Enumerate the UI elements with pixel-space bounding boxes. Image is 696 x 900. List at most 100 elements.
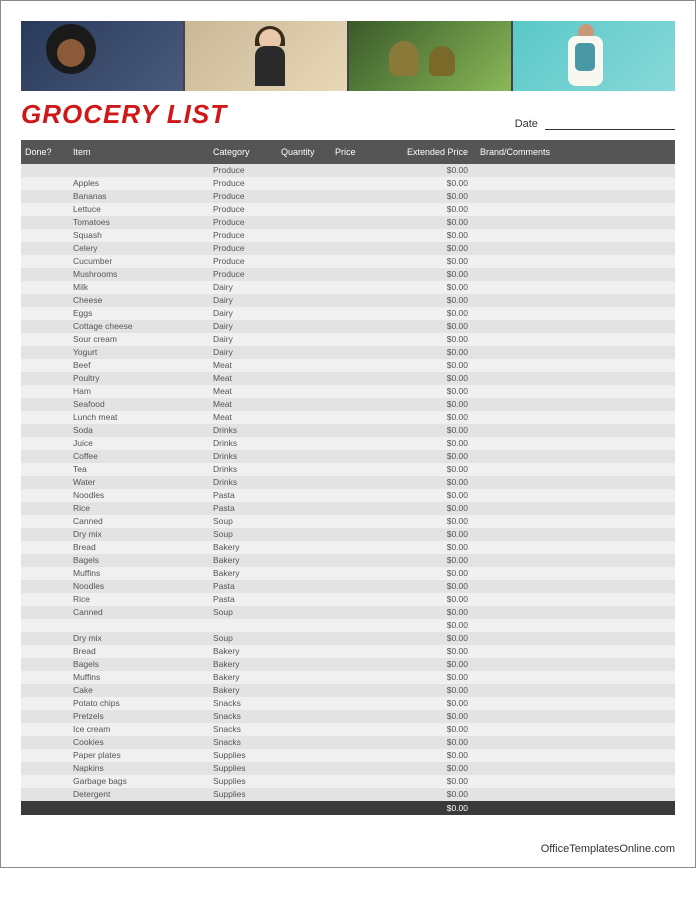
cell-quantity[interactable] bbox=[277, 333, 331, 346]
cell-brand[interactable] bbox=[476, 385, 675, 398]
cell-done[interactable] bbox=[21, 515, 69, 528]
cell-quantity[interactable] bbox=[277, 749, 331, 762]
cell-quantity[interactable] bbox=[277, 476, 331, 489]
cell-brand[interactable] bbox=[476, 762, 675, 775]
cell-price[interactable] bbox=[331, 736, 381, 749]
cell-quantity[interactable] bbox=[277, 359, 331, 372]
cell-quantity[interactable] bbox=[277, 385, 331, 398]
cell-done[interactable] bbox=[21, 320, 69, 333]
cell-done[interactable] bbox=[21, 229, 69, 242]
cell-item[interactable]: Bread bbox=[69, 645, 209, 658]
cell-category[interactable]: Meat bbox=[209, 372, 277, 385]
cell-done[interactable] bbox=[21, 346, 69, 359]
cell-done[interactable] bbox=[21, 580, 69, 593]
cell-brand[interactable] bbox=[476, 788, 675, 801]
cell-done[interactable] bbox=[21, 359, 69, 372]
cell-category[interactable]: Drinks bbox=[209, 424, 277, 437]
cell-price[interactable] bbox=[331, 372, 381, 385]
cell-item[interactable]: Lettuce bbox=[69, 203, 209, 216]
date-line[interactable] bbox=[545, 129, 675, 130]
cell-done[interactable] bbox=[21, 736, 69, 749]
cell-brand[interactable] bbox=[476, 333, 675, 346]
cell-quantity[interactable] bbox=[277, 593, 331, 606]
cell-price[interactable] bbox=[331, 697, 381, 710]
cell-price[interactable] bbox=[331, 463, 381, 476]
cell-price[interactable] bbox=[331, 645, 381, 658]
cell-category[interactable]: Dairy bbox=[209, 320, 277, 333]
cell-price[interactable] bbox=[331, 307, 381, 320]
cell-price[interactable] bbox=[331, 216, 381, 229]
cell-category[interactable]: Produce bbox=[209, 255, 277, 268]
cell-brand[interactable] bbox=[476, 502, 675, 515]
cell-item[interactable]: Garbage bags bbox=[69, 775, 209, 788]
cell-category[interactable]: Supplies bbox=[209, 749, 277, 762]
cell-brand[interactable] bbox=[476, 593, 675, 606]
cell-quantity[interactable] bbox=[277, 372, 331, 385]
cell-price[interactable] bbox=[331, 333, 381, 346]
cell-item[interactable]: Mushrooms bbox=[69, 268, 209, 281]
cell-quantity[interactable] bbox=[277, 502, 331, 515]
cell-item[interactable]: Ice cream bbox=[69, 723, 209, 736]
cell-quantity[interactable] bbox=[277, 554, 331, 567]
cell-price[interactable] bbox=[331, 567, 381, 580]
cell-done[interactable] bbox=[21, 762, 69, 775]
cell-price[interactable] bbox=[331, 177, 381, 190]
cell-category[interactable]: Bakery bbox=[209, 567, 277, 580]
cell-category[interactable]: Pasta bbox=[209, 593, 277, 606]
cell-price[interactable] bbox=[331, 268, 381, 281]
cell-category[interactable]: Meat bbox=[209, 385, 277, 398]
cell-price[interactable] bbox=[331, 502, 381, 515]
cell-done[interactable] bbox=[21, 424, 69, 437]
cell-done[interactable] bbox=[21, 541, 69, 554]
cell-price[interactable] bbox=[331, 229, 381, 242]
cell-done[interactable] bbox=[21, 281, 69, 294]
cell-category[interactable]: Drinks bbox=[209, 437, 277, 450]
cell-item[interactable]: Cucumber bbox=[69, 255, 209, 268]
cell-category[interactable]: Bakery bbox=[209, 645, 277, 658]
cell-price[interactable] bbox=[331, 528, 381, 541]
cell-quantity[interactable] bbox=[277, 684, 331, 697]
cell-category[interactable]: Dairy bbox=[209, 346, 277, 359]
cell-price[interactable] bbox=[331, 632, 381, 645]
cell-item[interactable]: Canned bbox=[69, 606, 209, 619]
cell-done[interactable] bbox=[21, 463, 69, 476]
cell-brand[interactable] bbox=[476, 619, 675, 632]
cell-brand[interactable] bbox=[476, 476, 675, 489]
cell-price[interactable] bbox=[331, 684, 381, 697]
cell-item[interactable]: Sour cream bbox=[69, 333, 209, 346]
cell-item[interactable]: Bread bbox=[69, 541, 209, 554]
cell-category[interactable]: Snacks bbox=[209, 710, 277, 723]
cell-brand[interactable] bbox=[476, 190, 675, 203]
cell-done[interactable] bbox=[21, 671, 69, 684]
cell-item[interactable] bbox=[69, 619, 209, 632]
cell-price[interactable] bbox=[331, 294, 381, 307]
cell-done[interactable] bbox=[21, 437, 69, 450]
cell-done[interactable] bbox=[21, 333, 69, 346]
cell-price[interactable] bbox=[331, 606, 381, 619]
cell-quantity[interactable] bbox=[277, 242, 331, 255]
cell-quantity[interactable] bbox=[277, 671, 331, 684]
cell-price[interactable] bbox=[331, 710, 381, 723]
cell-brand[interactable] bbox=[476, 463, 675, 476]
cell-category[interactable] bbox=[209, 619, 277, 632]
cell-price[interactable] bbox=[331, 255, 381, 268]
cell-brand[interactable] bbox=[476, 554, 675, 567]
cell-category[interactable]: Produce bbox=[209, 164, 277, 177]
cell-category[interactable]: Snacks bbox=[209, 697, 277, 710]
cell-brand[interactable] bbox=[476, 242, 675, 255]
cell-quantity[interactable] bbox=[277, 762, 331, 775]
cell-item[interactable]: Beef bbox=[69, 359, 209, 372]
cell-category[interactable]: Produce bbox=[209, 190, 277, 203]
cell-quantity[interactable] bbox=[277, 463, 331, 476]
cell-quantity[interactable] bbox=[277, 203, 331, 216]
cell-item[interactable]: Coffee bbox=[69, 450, 209, 463]
cell-category[interactable]: Bakery bbox=[209, 684, 277, 697]
cell-item[interactable]: Napkins bbox=[69, 762, 209, 775]
cell-done[interactable] bbox=[21, 489, 69, 502]
cell-brand[interactable] bbox=[476, 229, 675, 242]
cell-quantity[interactable] bbox=[277, 515, 331, 528]
cell-brand[interactable] bbox=[476, 528, 675, 541]
cell-quantity[interactable] bbox=[277, 294, 331, 307]
cell-brand[interactable] bbox=[476, 658, 675, 671]
cell-item[interactable]: Bananas bbox=[69, 190, 209, 203]
